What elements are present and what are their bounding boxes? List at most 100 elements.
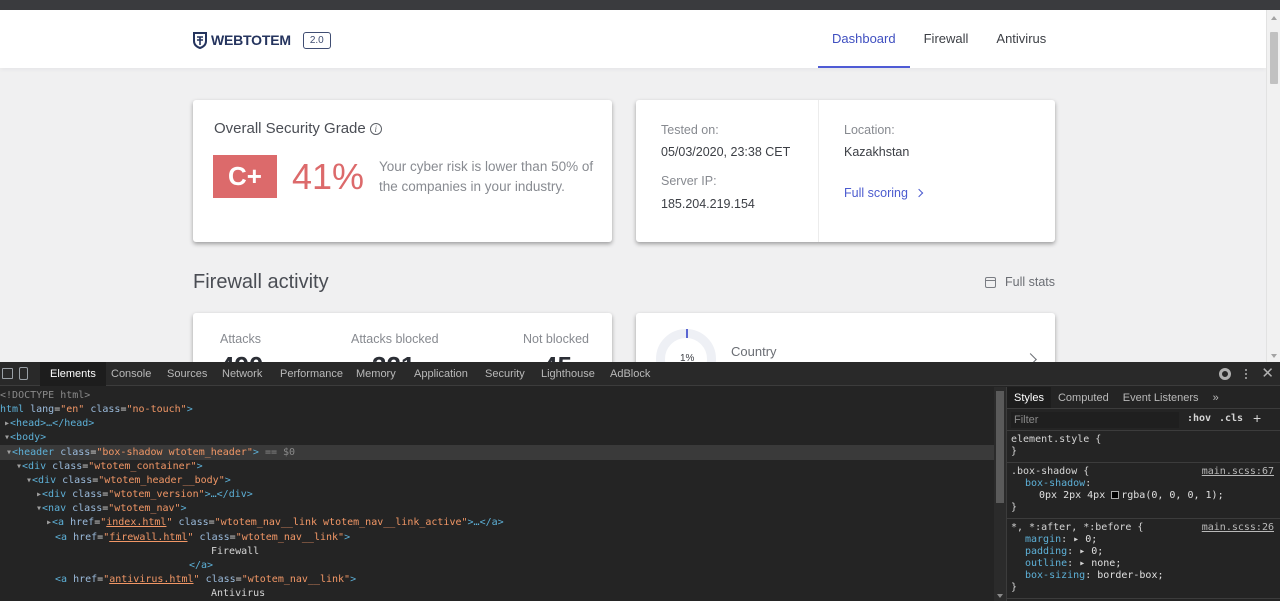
dom-line[interactable]: html lang="en" class="no-touch"> <box>0 403 193 417</box>
nav-dashboard[interactable]: Dashboard <box>818 10 910 68</box>
dom-line[interactable]: ▾<div class="wtotem_container"> <box>16 460 203 474</box>
attacks-label: Attacks <box>220 332 261 346</box>
tab-computed[interactable]: Computed <box>1051 387 1116 408</box>
dom-line[interactable]: ▾<div class="wtotem_header__body"> <box>26 474 231 488</box>
shield-logo-icon <box>193 32 207 49</box>
page-scrollbar[interactable] <box>1266 10 1280 362</box>
style-rule-box-shadow[interactable]: .box-shadow { main.scss:67 box-shadow: 0… <box>1007 463 1280 519</box>
scroll-down-icon[interactable] <box>1271 354 1277 358</box>
more-tabs-icon[interactable]: » <box>1206 387 1226 408</box>
dom-scroll-thumb[interactable] <box>996 391 1004 503</box>
dom-line[interactable]: <a href="firewall.html" class="wtotem_na… <box>55 531 350 545</box>
tab-application[interactable]: Application <box>414 362 468 386</box>
full-scoring-link[interactable]: Full scoring <box>844 186 924 200</box>
styles-filter-input[interactable]: Filter <box>1011 412 1179 428</box>
tab-security[interactable]: Security <box>485 362 525 386</box>
dom-line-selected[interactable]: ▾<header class="box-shadow wtotem_header… <box>6 446 295 460</box>
server-ip-value: 185.204.219.154 <box>661 197 755 211</box>
dom-line[interactable]: ▸<a href="index.html" class="wtotem_nav_… <box>46 516 504 530</box>
location-label: Location: <box>844 123 895 137</box>
prop-value[interactable]: 0px 2px 4px <box>1039 490 1111 501</box>
tested-on-label: Tested on: <box>661 123 719 137</box>
more-options-icon[interactable] <box>1245 369 1248 379</box>
tab-event-listeners[interactable]: Event Listeners <box>1116 387 1206 408</box>
tab-console[interactable]: Console <box>111 362 151 386</box>
dom-line[interactable]: ▸<div class="wtotem_version">…</div> <box>36 488 253 502</box>
rule-source-link[interactable]: main.scss:26 <box>1202 522 1274 534</box>
dom-line[interactable]: <!DOCTYPE html> <box>0 389 90 403</box>
dom-line[interactable]: <a href="antivirus.html" class="wtotem_n… <box>55 573 356 587</box>
test-info-card: Tested on: 05/03/2020, 23:38 CET Server … <box>636 100 1055 242</box>
brand-logo[interactable]: WEBTOTEM 2.0 <box>193 31 331 49</box>
devtools-panel: Elements Console Sources Network Perform… <box>0 362 1280 601</box>
prop-value[interactable]: 0; <box>1085 534 1097 545</box>
dom-text-node[interactable]: Firewall <box>211 545 259 559</box>
tab-elements[interactable]: Elements <box>40 362 106 386</box>
prop-value[interactable]: 0; <box>1091 546 1103 557</box>
dom-line[interactable]: </a> <box>189 559 213 573</box>
tab-adblock[interactable]: AdBlock <box>610 362 650 386</box>
dom-tree: <!DOCTYPE html> html lang="en" class="no… <box>0 387 994 601</box>
tab-performance[interactable]: Performance <box>280 362 343 386</box>
brand-name: WEBTOTEM <box>211 32 291 48</box>
calendar-icon <box>985 276 996 288</box>
device-toolbar-icon[interactable] <box>19 367 28 380</box>
rule-selector: element.style { <box>1011 434 1102 445</box>
devtools-left-icons <box>0 367 28 380</box>
country-label: Country <box>731 344 777 359</box>
tab-styles[interactable]: Styles <box>1007 387 1051 408</box>
devtools-right-controls: ✕ <box>1219 362 1280 386</box>
styles-filter-bar: Filter :hov .cls + <box>1007 409 1280 431</box>
dom-scrollbar[interactable] <box>994 387 1006 601</box>
prop-name[interactable]: box-sizing <box>1025 570 1085 581</box>
add-rule-icon[interactable]: + <box>1253 410 1261 426</box>
dom-line[interactable]: ▾<nav class="wtotem_nav"> <box>36 502 187 516</box>
prop-name[interactable]: padding <box>1025 546 1067 557</box>
style-rule-universal[interactable]: *, *:after, *:before { main.scss:26 marg… <box>1007 519 1280 599</box>
gear-icon[interactable] <box>1219 368 1232 380</box>
dom-text-node[interactable]: Antivirus <box>211 587 265 601</box>
nav-firewall[interactable]: Firewall <box>910 10 983 68</box>
devtools-tabbar: Elements Console Sources Network Perform… <box>0 362 1280 386</box>
inspect-element-icon[interactable] <box>2 368 13 379</box>
rule-source-link[interactable]: main.scss:67 <box>1202 466 1274 478</box>
style-rule-element[interactable]: element.style { } <box>1007 431 1280 463</box>
main-nav: Dashboard Firewall Antivirus <box>818 10 1060 68</box>
country-percent: 1% <box>680 353 695 362</box>
nav-antivirus[interactable]: Antivirus <box>982 10 1060 68</box>
not-blocked-value: 45 <box>543 351 572 362</box>
grade-description: Your cyber risk is lower than 50% of the… <box>379 159 594 194</box>
grade-badge: C+ <box>213 155 277 198</box>
location-value: Kazakhstan <box>844 145 910 159</box>
dom-line[interactable]: ▾<body> <box>4 431 46 445</box>
close-icon[interactable]: ✕ <box>1261 362 1274 386</box>
tab-sources[interactable]: Sources <box>167 362 207 386</box>
scroll-down-icon[interactable] <box>997 594 1003 598</box>
full-scoring-text: Full scoring <box>844 186 908 200</box>
styles-pane: Styles Computed Event Listeners » Filter… <box>1006 387 1280 601</box>
tab-memory[interactable]: Memory <box>356 362 396 386</box>
scroll-up-icon[interactable] <box>1271 16 1277 20</box>
hov-toggle[interactable]: :hov <box>1187 413 1211 424</box>
rule-close: } <box>1011 446 1018 457</box>
prop-name[interactable]: outline <box>1025 558 1067 569</box>
donut-fill <box>686 329 688 338</box>
prop-value[interactable]: none; <box>1091 558 1121 569</box>
tab-lighthouse[interactable]: Lighthouse <box>541 362 595 386</box>
scroll-thumb[interactable] <box>1270 32 1278 84</box>
info-icon[interactable]: i <box>369 122 382 135</box>
country-card[interactable]: 1% Country <box>636 313 1055 362</box>
full-stats-text: Full stats <box>1005 275 1056 289</box>
attacks-blocked-label: Attacks blocked <box>351 332 439 346</box>
color-swatch[interactable] <box>1111 491 1120 499</box>
prop-name[interactable]: box-shadow <box>1025 478 1085 489</box>
cls-toggle[interactable]: .cls <box>1219 413 1243 424</box>
full-stats-link[interactable]: Full stats <box>985 275 1055 289</box>
browser-top-bar <box>0 0 1280 10</box>
tab-network[interactable]: Network <box>222 362 262 386</box>
rule-close: } <box>1011 502 1018 513</box>
prop-name[interactable]: margin <box>1025 534 1061 545</box>
dom-line[interactable]: ▸<head>…</head> <box>4 417 94 431</box>
prop-value[interactable]: border-box; <box>1097 570 1163 581</box>
prop-value[interactable]: rgba(0, 0, 0, 1); <box>1121 490 1223 501</box>
